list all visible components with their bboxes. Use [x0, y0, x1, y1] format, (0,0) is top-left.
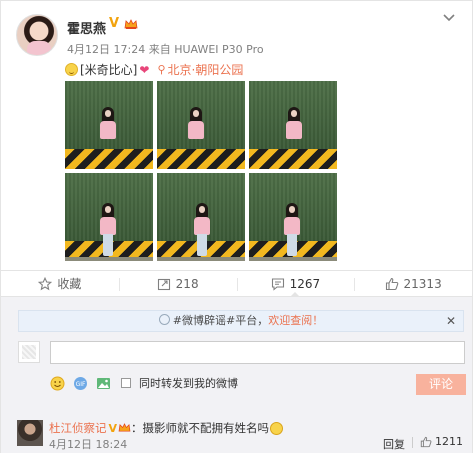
comment-input[interactable] — [50, 341, 465, 364]
notice-text[interactable]: #微博辟谣#平台， — [173, 314, 268, 327]
photo-thumbnail[interactable] — [157, 81, 245, 169]
reply-button[interactable]: 回复 — [383, 436, 405, 452]
comment-like-button[interactable]: 1211 — [420, 435, 463, 448]
photo-thumbnail[interactable] — [65, 81, 153, 169]
commenter-username[interactable]: 杜江侦察记 — [49, 420, 107, 436]
repost-checkbox-label[interactable]: 同时转发到我的微博 — [139, 375, 238, 391]
emoji-icon[interactable] — [50, 376, 65, 391]
post-text: [米奇比心] ❤ ⚲ 北京·朝阳公园 — [65, 61, 243, 78]
comment-like-count: 1211 — [435, 435, 463, 448]
image-icon[interactable] — [96, 376, 111, 391]
submit-comment-button[interactable]: 评论 — [416, 374, 466, 395]
info-icon — [158, 314, 170, 325]
repost-icon — [157, 278, 170, 290]
comment-time: 4月12日 18:24 — [49, 438, 128, 451]
favorite-label: 收藏 — [57, 277, 82, 291]
vip-crown-icon — [124, 19, 138, 29]
post-action-bar: 收藏 218 1267 21313 — [0, 270, 473, 297]
comment-button[interactable]: 1267 — [236, 271, 355, 297]
close-icon[interactable]: ✕ — [446, 311, 456, 331]
post-meta: 4月12日 17:24 来自 HUAWEI P30 Pro — [67, 41, 264, 57]
vip-crown-icon — [118, 423, 131, 432]
smile-emoji-icon — [65, 63, 78, 76]
comment-icon — [271, 277, 284, 291]
divider — [412, 437, 413, 448]
thumbs-up-icon — [385, 277, 398, 290]
poster-username[interactable]: 霍思燕 — [67, 18, 106, 37]
comment-separator: ： — [131, 421, 143, 435]
rumor-notice-banner: #微博辟谣#平台，欢迎查阅！ ✕ — [18, 310, 464, 332]
like-count: 21313 — [403, 276, 442, 291]
post-timestamp[interactable]: 4月12日 17:24 — [67, 43, 145, 56]
notice-link[interactable]: 欢迎查阅！ — [268, 314, 323, 327]
thumbs-up-icon — [420, 436, 432, 447]
comment-text: 摄影师就不配拥有姓名吗 — [142, 421, 270, 435]
comment-toolbar: GIF 同时转发到我的微博 — [50, 375, 238, 391]
favorite-button[interactable]: 收藏 — [1, 271, 119, 296]
comment-count: 1267 — [289, 276, 321, 291]
heart-emoji-icon: ❤ — [139, 62, 150, 77]
post-source[interactable]: HUAWEI P30 Pro — [174, 43, 263, 56]
photo-thumbnail[interactable] — [249, 81, 337, 169]
photo-thumbnail[interactable] — [157, 173, 245, 261]
photo-grid — [65, 81, 337, 261]
like-button[interactable]: 21313 — [354, 271, 472, 296]
post-source-prefix: 来自 — [148, 43, 171, 56]
verified-badge-icon: V — [109, 16, 120, 31]
current-user-avatar — [18, 341, 40, 363]
repost-button[interactable]: 218 — [118, 271, 237, 296]
photo-thumbnail[interactable] — [249, 173, 337, 261]
chevron-down-icon[interactable] — [442, 13, 456, 23]
comment-line: 杜江侦察记 V ： 摄影师就不配拥有姓名吗 — [49, 420, 284, 436]
commenter-avatar[interactable] — [17, 420, 43, 446]
post-location[interactable]: 北京·朝阳公园 — [168, 61, 244, 78]
repost-count: 218 — [175, 276, 199, 291]
star-icon — [38, 276, 53, 290]
photo-thumbnail[interactable] — [65, 173, 153, 261]
svg-text:GIF: GIF — [76, 381, 86, 388]
verified-badge-icon: V — [108, 421, 118, 435]
weibo-post-card: 霍思燕 V 4月12日 17:24 来自 HUAWEI P30 Pro [米奇比… — [0, 0, 473, 270]
location-pin-icon: ⚲ — [157, 63, 166, 76]
poster-avatar[interactable] — [16, 14, 58, 56]
gif-icon[interactable]: GIF — [73, 376, 88, 391]
post-text-content: [米奇比心] — [80, 63, 138, 77]
repost-checkbox[interactable] — [121, 378, 131, 388]
comment-item: 杜江侦察记 V ： 摄影师就不配拥有姓名吗 4月12日 18:24 回复 121… — [17, 420, 473, 453]
cry-emoji-icon — [270, 421, 284, 435]
